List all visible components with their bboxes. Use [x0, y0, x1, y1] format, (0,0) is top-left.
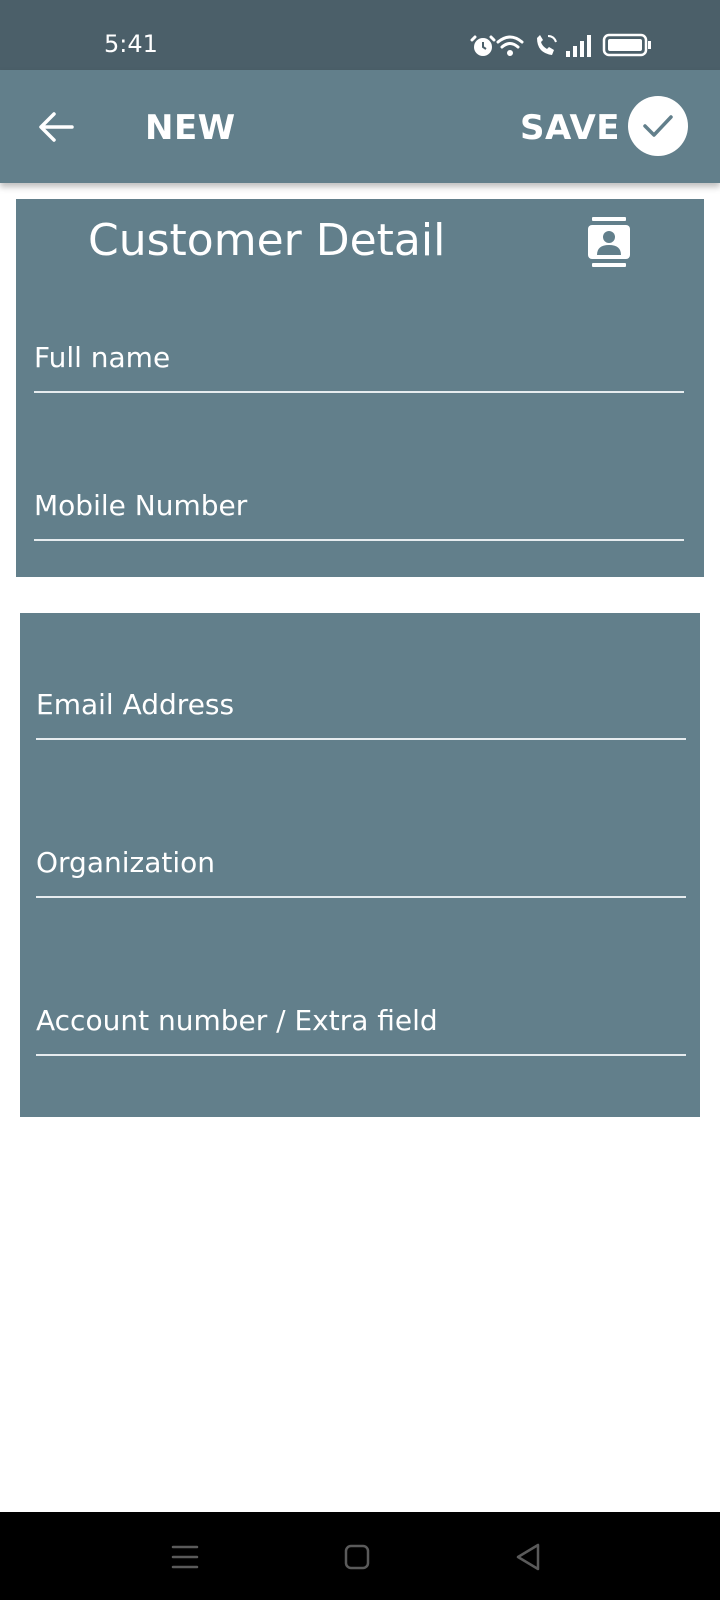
contact-card-icon[interactable]	[588, 217, 630, 269]
customer-detail-card: Customer Detail	[16, 199, 704, 577]
alarm-icon	[470, 35, 496, 56]
page-title: NEW	[145, 108, 236, 148]
email-address-field[interactable]	[36, 670, 686, 740]
full-name-field-wrap	[34, 323, 684, 403]
save-button[interactable]: SAVE	[520, 96, 690, 158]
mobile-number-field-wrap	[34, 471, 684, 551]
organization-field-wrap	[36, 828, 686, 908]
status-icons	[470, 33, 651, 57]
wifi-call-icon	[537, 35, 557, 55]
battery-icon	[602, 33, 651, 57]
status-bar: 5:41	[0, 0, 720, 70]
menu-icon[interactable]	[168, 1540, 202, 1574]
wifi-icon	[496, 35, 524, 56]
full-name-field[interactable]	[34, 323, 684, 393]
app-bar: NEW SAVE	[0, 70, 720, 183]
organization-field[interactable]	[36, 828, 686, 898]
account-number-field[interactable]	[36, 986, 686, 1056]
arrow-left-icon[interactable]	[36, 107, 76, 147]
home-icon[interactable]	[340, 1540, 374, 1574]
status-time: 5:41	[104, 30, 158, 58]
additional-details-card	[20, 613, 700, 1117]
account-number-field-wrap	[36, 986, 686, 1066]
card-title: Customer Detail	[88, 215, 446, 266]
email-address-field-wrap	[36, 670, 686, 750]
system-nav-bar	[0, 1512, 720, 1600]
signal-icon	[566, 35, 591, 57]
mobile-number-field[interactable]	[34, 471, 684, 541]
check-circle-icon	[628, 96, 688, 156]
save-label: SAVE	[520, 108, 621, 148]
back-triangle-icon[interactable]	[512, 1540, 546, 1574]
